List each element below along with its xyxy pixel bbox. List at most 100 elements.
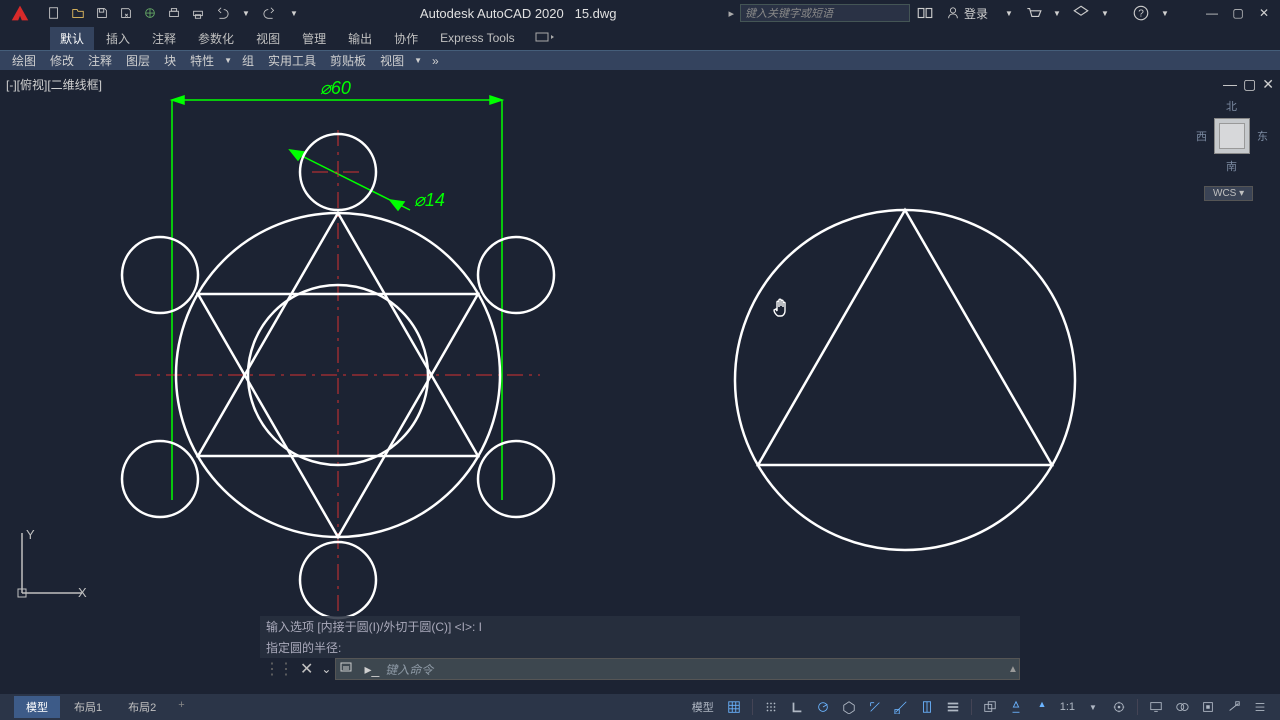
panel-util[interactable]: 实用工具 (262, 51, 322, 70)
viewcube-w[interactable]: 西 (1196, 128, 1207, 144)
doc-close-button[interactable]: ✕ (1262, 76, 1274, 93)
sep (752, 699, 753, 715)
panel-props-dd-icon[interactable]: ▼ (222, 56, 234, 65)
search-arrow-icon: ▸ (728, 7, 734, 20)
snap-icon[interactable] (759, 696, 783, 718)
panel-view-dd-icon[interactable]: ▼ (412, 56, 424, 65)
command-line[interactable]: ▸_ 键入命令 ▲ (335, 658, 1020, 680)
isolate-icon[interactable] (1170, 696, 1194, 718)
exchange-dropdown-icon[interactable]: ▼ (1096, 3, 1114, 23)
command-input[interactable]: 键入命令 (385, 661, 1007, 678)
login-label: 登录 (964, 5, 988, 22)
drawing-canvas[interactable]: [-][俯视][二维线框] — ▢ ✕ 北 西 东 南 WCS ▾ ⌀60 ⌀1… (0, 70, 1280, 688)
new-icon[interactable] (44, 3, 64, 23)
app-exchange-icon[interactable] (1072, 3, 1090, 23)
doc-minimize-button[interactable]: — (1223, 76, 1237, 93)
isodraft-icon[interactable] (837, 696, 861, 718)
close-button[interactable]: ✕ (1254, 3, 1274, 23)
osnap-icon[interactable] (863, 696, 887, 718)
wcs-label: WCS (1213, 188, 1236, 199)
annoscale-icon[interactable] (1004, 696, 1028, 718)
annovisible-icon[interactable] (1030, 696, 1054, 718)
polar-icon[interactable] (811, 696, 835, 718)
customize-icon[interactable] (1248, 696, 1272, 718)
ribbon-tab-output[interactable]: 输出 (338, 27, 382, 50)
cmd-grip-icon[interactable]: ⋮⋮ (260, 659, 296, 679)
monitor-icon[interactable] (1144, 696, 1168, 718)
panel-view[interactable]: 视图 (374, 51, 410, 70)
viewcube-s[interactable]: 南 (1226, 158, 1237, 174)
redo-dropdown-icon[interactable]: ▼ (284, 3, 304, 23)
search-go-icon[interactable] (916, 3, 934, 23)
viewcube-face[interactable] (1214, 112, 1250, 160)
plot-icon[interactable] (164, 3, 184, 23)
panel-modify[interactable]: 修改 (44, 51, 80, 70)
lineweight-icon[interactable] (915, 696, 939, 718)
viewcube[interactable]: 北 西 东 南 WCS ▾ (1196, 98, 1268, 208)
panel-group[interactable]: 组 (236, 51, 260, 70)
panel-props[interactable]: 特性 (184, 51, 220, 70)
cmd-scroll-up-icon[interactable]: ▲ (1007, 664, 1019, 675)
cart-dropdown-icon[interactable]: ▼ (1048, 3, 1066, 23)
panel-annotate[interactable]: 注释 (82, 51, 118, 70)
tab-layout2[interactable]: 布局2 (116, 696, 168, 718)
login-dropdown-icon[interactable]: ▼ (1000, 3, 1018, 23)
tab-model[interactable]: 模型 (14, 696, 60, 718)
app-logo[interactable] (0, 0, 40, 26)
panel-clipboard[interactable]: 剪贴板 (324, 51, 372, 70)
ribbon-tab-manage[interactable]: 管理 (292, 27, 336, 50)
file-name: 15.dwg (575, 6, 617, 21)
help-icon[interactable]: ? (1132, 3, 1150, 23)
panel-more-icon[interactable]: » (426, 53, 445, 69)
cycling-icon[interactable] (978, 696, 1002, 718)
cmd-customize-icon[interactable]: ⌄ (317, 662, 335, 676)
save-icon[interactable] (92, 3, 112, 23)
wcs-button[interactable]: WCS ▾ (1204, 186, 1253, 201)
ribbon-min-icon[interactable] (535, 31, 555, 46)
ribbon-tab-default[interactable]: 默认 (50, 27, 94, 50)
search-input[interactable]: 键入关键字或短语 (740, 4, 910, 22)
ribbon-tab-express[interactable]: Express Tools (430, 28, 524, 48)
scale-button[interactable]: 1:1 (1056, 696, 1079, 718)
status-model-button[interactable]: 模型 (686, 696, 720, 718)
title-right: ▸ 键入关键字或短语 登录 ▼ ▼ ▼ ? ▼ — ▢ ✕ (728, 3, 1280, 23)
undo-dropdown-icon[interactable]: ▼ (236, 3, 256, 23)
doc-maximize-button[interactable]: ▢ (1243, 76, 1256, 93)
cart-icon[interactable] (1024, 3, 1042, 23)
print-icon[interactable] (188, 3, 208, 23)
ribbon-tab-parametric[interactable]: 参数化 (188, 27, 244, 50)
ribbon-tab-collab[interactable]: 协作 (384, 27, 428, 50)
minimize-button[interactable]: — (1202, 3, 1222, 23)
workspace-icon[interactable] (1107, 696, 1131, 718)
cmd-recent-button[interactable] (336, 662, 358, 677)
web-icon[interactable] (140, 3, 160, 23)
maximize-button[interactable]: ▢ (1228, 3, 1248, 23)
open-icon[interactable] (68, 3, 88, 23)
undo-icon[interactable] (212, 3, 232, 23)
tab-add-icon[interactable]: + (170, 696, 192, 718)
help-dropdown-icon[interactable]: ▼ (1156, 3, 1174, 23)
viewport-label[interactable]: [-][俯视][二维线框] (6, 76, 102, 93)
viewcube-e[interactable]: 东 (1257, 128, 1268, 144)
panel-block[interactable]: 块 (158, 51, 182, 70)
grid-icon[interactable] (722, 696, 746, 718)
cmd-close-icon[interactable]: ✕ (296, 659, 317, 679)
redo-icon[interactable] (260, 3, 280, 23)
tab-layout1[interactable]: 布局1 (62, 696, 114, 718)
panel-draw[interactable]: 绘图 (6, 51, 42, 70)
login-button[interactable]: 登录 (940, 5, 994, 22)
ribbon-panel-row: 绘图 修改 注释 图层 块 特性▼ 组 实用工具 剪贴板 视图▼ » (0, 50, 1280, 70)
scale-dd-icon[interactable]: ▼ (1081, 696, 1105, 718)
clean-icon[interactable] (1222, 696, 1246, 718)
ribbon-tab-annotate[interactable]: 注释 (142, 27, 186, 50)
panel-layers[interactable]: 图层 (120, 51, 156, 70)
command-history-1: 输入选项 [内接于圆(I)/外切于圆(C)] <I>: I (260, 616, 1020, 637)
ortho-icon[interactable] (785, 696, 809, 718)
ucs-icon: Y X (12, 523, 92, 608)
transparency-icon[interactable] (941, 696, 965, 718)
save-as-icon[interactable] (116, 3, 136, 23)
ribbon-tab-insert[interactable]: 插入 (96, 27, 140, 50)
hardware-icon[interactable] (1196, 696, 1220, 718)
ribbon-tab-view[interactable]: 视图 (246, 27, 290, 50)
otrack-icon[interactable] (889, 696, 913, 718)
